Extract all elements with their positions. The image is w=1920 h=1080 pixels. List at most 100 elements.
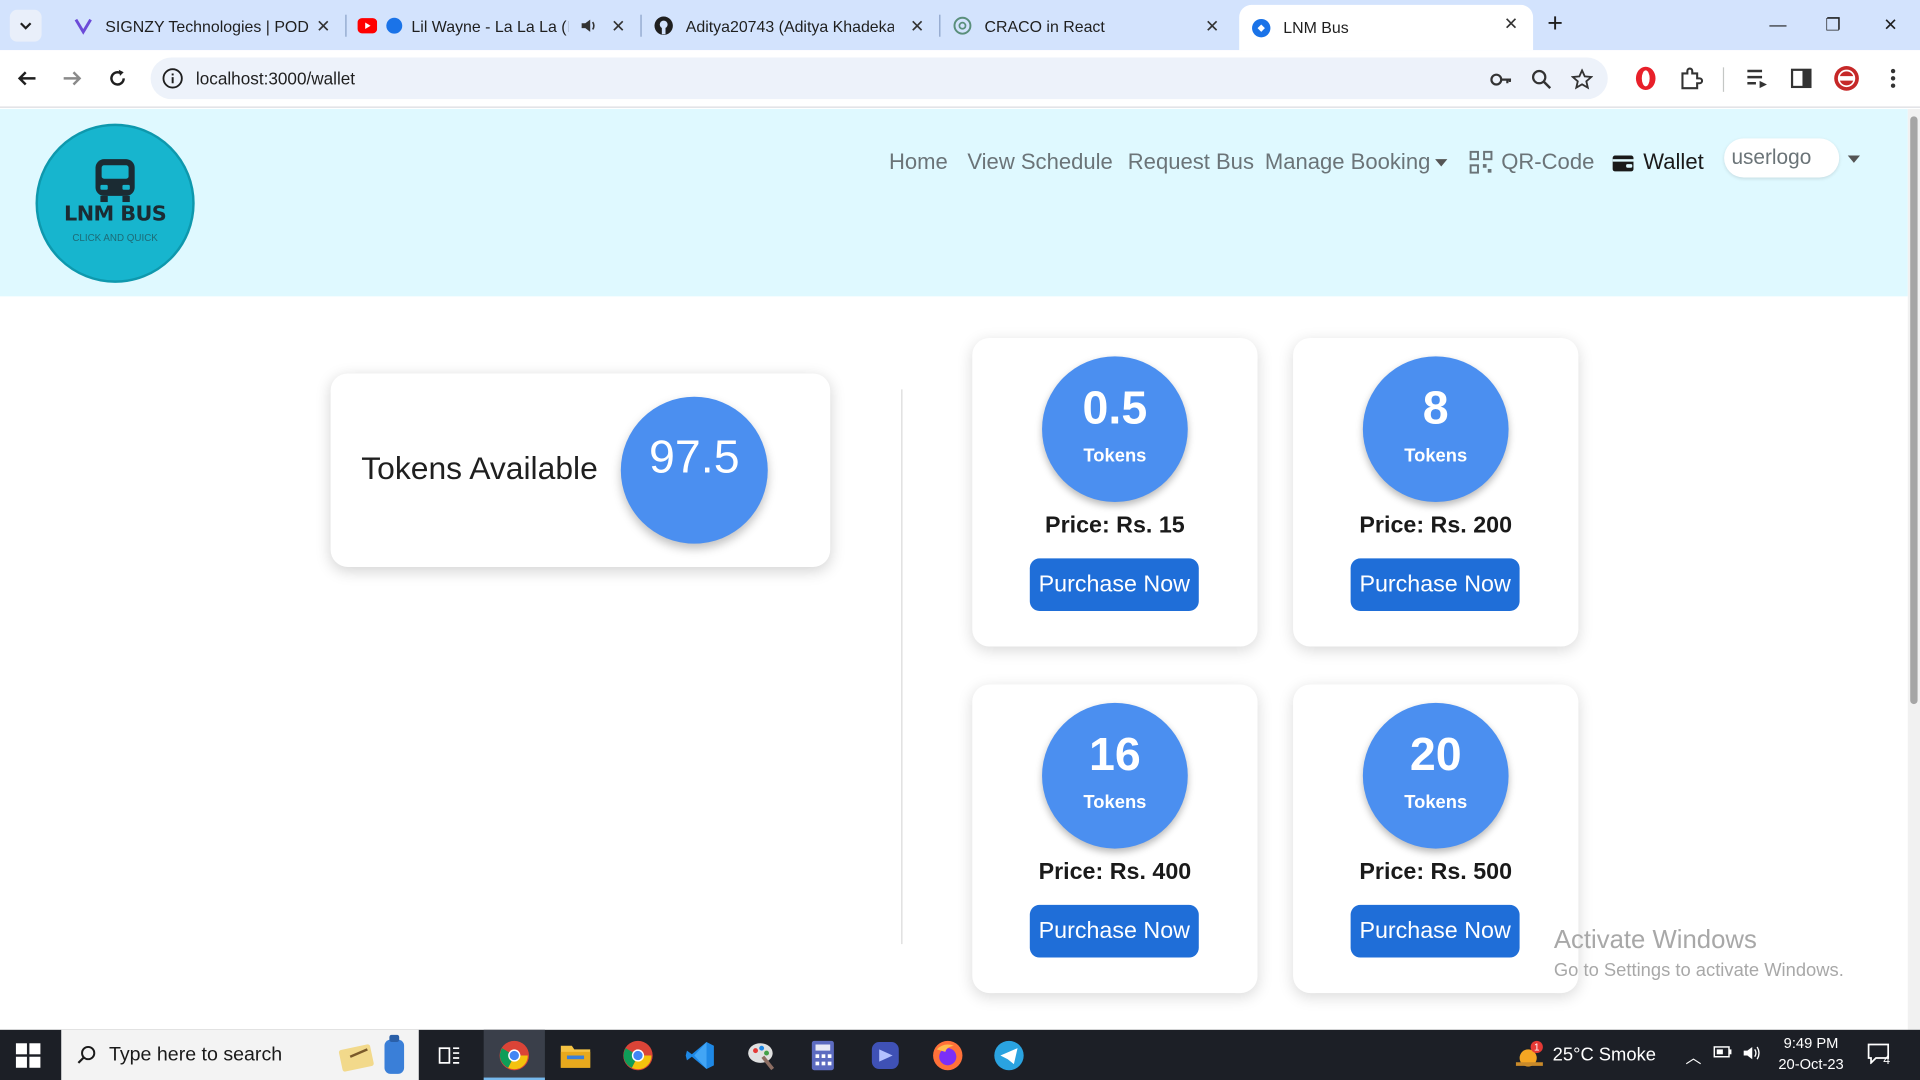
battery-icon[interactable] [1713,1044,1733,1064]
arrow-right-icon [63,71,82,86]
media-controls-icon[interactable] [1744,65,1771,92]
key-icon[interactable] [1489,67,1513,91]
qr-code-icon [1469,150,1493,174]
weather-text[interactable]: 25°C Smoke [1553,1044,1656,1065]
nav-home-link[interactable]: Home [889,149,948,175]
chrome-profile-taskbar-icon[interactable] [620,1037,657,1074]
token-amount-circle: 8 Tokens [1362,356,1509,503]
app-navbar: LNM BUS CLICK AND QUICK Home View Schedu… [0,108,1908,297]
token-amount: 0.5 [1082,383,1148,435]
firefox-icon[interactable] [929,1037,966,1074]
screen: SIGNZY Technologies | POD ✕ Lil Wayne - … [0,0,1920,1080]
chatgpt-favicon-icon [953,16,973,36]
reload-icon [110,69,125,86]
back-button[interactable] [12,64,41,93]
nav-view-schedule-link[interactable]: View Schedule [967,149,1112,175]
address-bar[interactable]: localhost:3000/wallet [150,57,1608,100]
tab-search-button[interactable] [9,9,42,42]
tab-craco[interactable]: CRACO in React ✕ [940,7,1234,44]
task-view-icon[interactable] [431,1037,468,1074]
package-price: Price: Rs. 15 [1045,513,1185,539]
windows-start-icon[interactable] [15,1042,42,1069]
user-menu-button[interactable]: userlogo [1724,138,1840,178]
github-favicon-icon [654,16,674,36]
bookmark-star-icon[interactable] [1570,67,1594,91]
chevron-up-icon[interactable]: ︿ [1684,1044,1704,1066]
recording-dot-icon [384,16,404,36]
token-amount-circle: 20 Tokens [1362,702,1509,849]
close-icon[interactable]: ✕ [1202,16,1222,36]
nav-wallet-link[interactable]: Wallet [1611,149,1704,175]
purchase-now-button[interactable]: Purchase Now [1350,904,1520,958]
restore-button[interactable]: ❐ [1818,10,1847,39]
tab-youtube[interactable]: Lil Wayne - La La La (In ✕ [347,7,641,44]
tab-signzy[interactable]: SIGNZY Technologies | POD ✕ [56,7,345,44]
lnm-favicon-icon [1251,18,1271,38]
manage-booking-label: Manage Booking [1264,149,1431,174]
calculator-icon[interactable] [804,1037,841,1074]
browser-tab-strip: SIGNZY Technologies | POD ✕ Lil Wayne - … [0,0,1920,51]
close-window-button[interactable]: ✕ [1876,10,1905,39]
bus-icon [95,159,135,203]
extensions-puzzle-icon[interactable] [1678,65,1705,92]
tab-github[interactable]: Aditya20743 (Aditya Khadekar ✕ [642,7,940,44]
close-icon[interactable]: ✕ [313,16,333,36]
vscode-icon[interactable] [682,1037,719,1074]
site-info-icon[interactable] [162,67,184,89]
file-explorer-icon[interactable] [557,1037,594,1074]
user-avatar: userlogo [1731,145,1812,169]
weather-icon[interactable]: 1 [1513,1040,1545,1072]
clipchamp-icon[interactable] [867,1037,904,1074]
reload-button[interactable] [103,64,132,93]
nav-qr-code-link[interactable]: QR-Code [1469,149,1594,175]
wallet-label: Wallet [1643,149,1704,174]
close-icon[interactable]: ✕ [1501,13,1521,33]
token-balance: 97.5 [620,396,768,544]
forward-button[interactable] [58,64,87,93]
activate-windows-title: Activate Windows [1553,925,1757,954]
telegram-icon[interactable] [991,1037,1028,1074]
toolbar-separator [1722,67,1725,92]
profile-avatar[interactable] [1833,65,1860,92]
nav-request-bus-link[interactable]: Request Bus [1128,149,1254,175]
token-amount: 8 [1422,383,1449,435]
purchase-now-button[interactable]: Purchase Now [1350,558,1520,612]
tab-title: CRACO in React [984,16,1105,35]
notification-count: 4 [1883,1054,1891,1068]
close-icon[interactable]: ✕ [907,16,927,36]
volume-icon[interactable] [1742,1044,1762,1064]
purchase-now-button[interactable]: Purchase Now [1029,904,1199,958]
token-unit: Tokens [1404,792,1468,814]
lnm-bus-logo[interactable]: LNM BUS CLICK AND QUICK [35,123,195,283]
user-caret-icon[interactable] [1847,155,1861,163]
tab-title: LNM Bus [1283,18,1349,37]
tab-lnm-bus[interactable]: LNM Bus ✕ [1239,4,1534,51]
tab-title: Lil Wayne - La La La (In [411,16,569,35]
taskbar-clock[interactable]: 9:49 PM 20-Oct-23 [1773,1033,1849,1075]
minimize-button[interactable]: — [1763,10,1792,39]
chrome-taskbar-icon[interactable] [496,1037,533,1074]
paint-app-icon[interactable] [743,1037,780,1074]
browser-menu-icon[interactable] [1880,65,1907,92]
speaker-icon[interactable] [579,16,599,36]
arrow-left-icon [17,71,36,86]
scrollbar-thumb[interactable] [1910,116,1918,705]
notifications-button[interactable]: 4 [1866,1042,1898,1071]
activate-windows-subtitle: Go to Settings to activate Windows. [1553,960,1844,981]
token-unit: Tokens [1083,792,1147,814]
purchase-now-button[interactable]: Purchase Now [1029,558,1199,612]
url-text[interactable]: localhost:3000/wallet [196,69,355,89]
taskbar-search-box[interactable]: Type here to search [61,1029,419,1080]
nav-manage-booking-dropdown[interactable]: Manage Booking [1265,149,1448,175]
zoom-icon[interactable] [1529,67,1553,91]
opera-extension-icon[interactable] [1632,65,1659,92]
search-placeholder: Type here to search [108,1044,283,1066]
svg-text:1: 1 [1534,1043,1539,1054]
new-tab-button[interactable]: + [1540,9,1569,39]
side-panel-icon[interactable] [1788,65,1815,92]
browser-toolbar: localhost:3000/wallet [0,50,1920,108]
close-icon[interactable]: ✕ [609,16,629,36]
tokens-available-label: Tokens Available [361,449,598,487]
logo-title: LNM BUS [64,202,167,227]
token-package-card: 8 Tokens Price: Rs. 200 Purchase Now [1293,337,1579,647]
